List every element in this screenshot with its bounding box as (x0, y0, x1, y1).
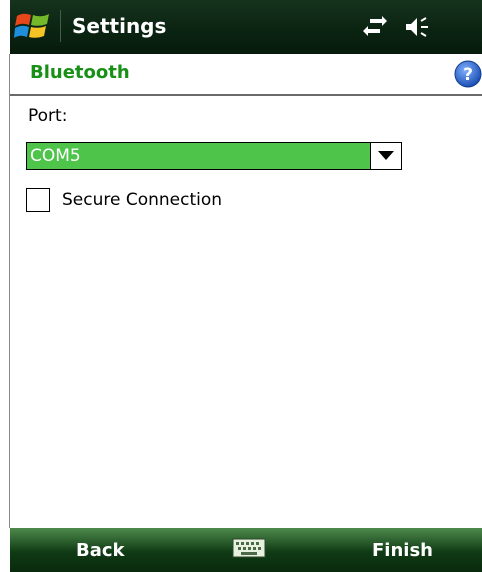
port-dropdown-value: COM5 (30, 146, 81, 166)
finish-button[interactable]: Finish (372, 540, 433, 561)
volume-muted-icon[interactable] (404, 15, 430, 39)
title-separator (60, 10, 61, 42)
secure-connection-checkbox[interactable] (26, 188, 50, 212)
svg-text:?: ? (463, 65, 473, 85)
port-dropdown[interactable]: COM5 (26, 142, 402, 170)
windows-logo-icon[interactable] (14, 10, 52, 44)
app-title: Settings (72, 14, 167, 38)
page-header: Bluetooth ? (10, 54, 482, 96)
port-label: Port: (28, 106, 68, 126)
settings-content: Port: COM5 Secure Connection (10, 96, 482, 528)
secure-connection-label[interactable]: Secure Connection (62, 190, 222, 210)
device-screen: Settings Bluetooth ? Port: COM5 Secure C… (0, 0, 482, 572)
title-bar: Settings (10, 0, 482, 54)
chevron-down-icon (378, 151, 394, 160)
sync-icon[interactable] (362, 15, 388, 39)
help-icon[interactable]: ? (454, 60, 482, 88)
dropdown-arrow-button[interactable] (370, 143, 401, 169)
page-title: Bluetooth (30, 62, 130, 83)
soft-key-bar: Back Finish (10, 528, 482, 572)
back-button[interactable]: Back (76, 540, 125, 561)
keyboard-icon[interactable] (232, 538, 266, 558)
